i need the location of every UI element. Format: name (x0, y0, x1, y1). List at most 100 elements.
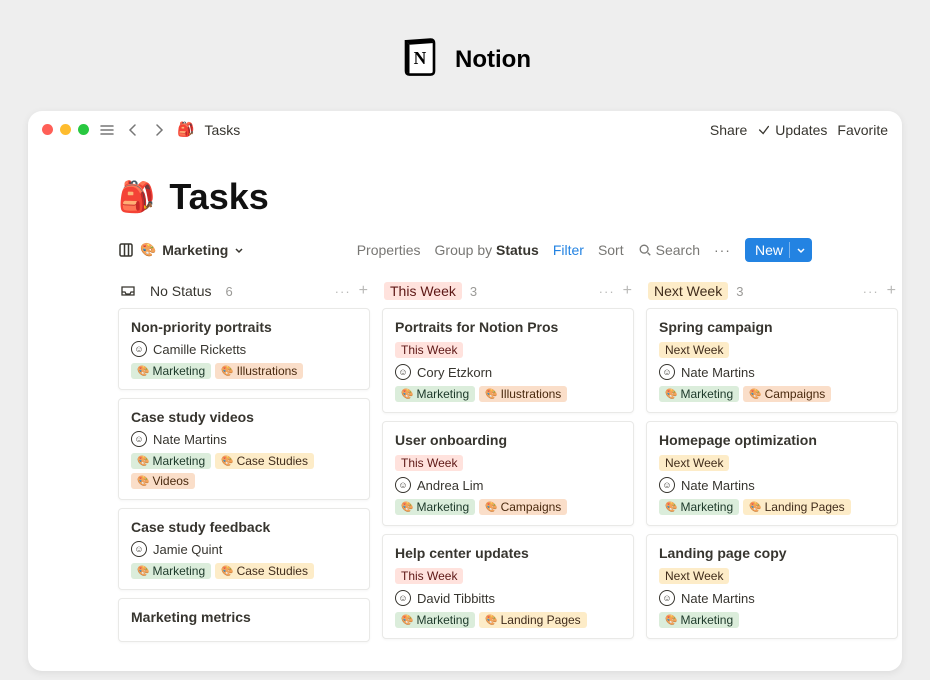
tag-label: Case Studies (237, 454, 308, 468)
tag-label: Marketing (680, 387, 733, 401)
tag-marketing: 🎨Marketing (395, 612, 475, 628)
chevron-down-icon (796, 242, 806, 258)
share-button[interactable]: Share (710, 122, 747, 138)
column-add-icon[interactable]: + (359, 282, 368, 300)
tag-label: Videos (152, 474, 188, 488)
assignee-name: Camille Ricketts (153, 342, 246, 357)
tag-label: Campaigns (765, 387, 826, 401)
tag-landingpages: 🎨 Landing Pages (479, 612, 587, 628)
tags-row: 🎨Marketing🎨Illustrations (395, 386, 621, 402)
status-badge: This Week (395, 342, 463, 358)
inbox-icon (120, 283, 136, 299)
palette-icon: 🎨 (749, 502, 761, 513)
maximize-window-icon[interactable] (78, 124, 89, 135)
kanban-card[interactable]: Homepage optimizationNext Week☺Nate Mart… (646, 421, 898, 526)
tags-row: 🎨Marketing🎨Campaigns (659, 386, 885, 402)
close-window-icon[interactable] (42, 124, 53, 135)
assignee-row: ☺David Tibbitts (395, 590, 621, 606)
groupby-prefix: Group by (435, 242, 496, 258)
tag-marketing: 🎨Marketing (659, 499, 739, 515)
kanban-card[interactable]: Landing page copyNext Week☺Nate Martins🎨… (646, 534, 898, 639)
column-more-icon[interactable]: ··· (335, 284, 351, 299)
tag-label: Illustrations (501, 387, 562, 401)
palette-icon: 🎨 (401, 389, 413, 400)
avatar: ☺ (395, 364, 411, 380)
tag-casestudies: 🎨Case Studies (215, 563, 314, 579)
updates-button[interactable]: Updates (757, 122, 827, 138)
nav-back-icon[interactable] (125, 122, 141, 138)
assignee-row: ☺Nate Martins (659, 590, 885, 606)
column-name[interactable]: No Status (144, 282, 217, 300)
palette-icon: 🎨 (665, 389, 677, 400)
assignee-row: ☺ Jamie Quint (131, 541, 357, 557)
palette-icon: 🎨 (137, 566, 149, 577)
assignee-name: Nate Martins (681, 478, 755, 493)
palette-icon: 🎨 (665, 502, 677, 513)
updates-label: Updates (775, 122, 827, 138)
kanban-card[interactable]: User onboardingThis Week☺Andrea Lim🎨Mark… (382, 421, 634, 526)
column-more-icon[interactable]: ··· (599, 284, 615, 299)
kanban-card[interactable]: Non-priority portraits☺Camille Ricketts🎨… (118, 308, 370, 390)
view-name: Marketing (162, 242, 228, 258)
assignee-row: ☺Andrea Lim (395, 477, 621, 493)
card-title: Spring campaign (659, 319, 885, 335)
kanban-card[interactable]: Marketing metrics (118, 598, 370, 642)
page-title[interactable]: Tasks (169, 176, 268, 218)
avatar: ☺ (131, 541, 147, 557)
tags-row: 🎨Marketing🎨Landing Pages (659, 499, 885, 515)
tags-row: 🎨Marketing 🎨 Landing Pages (395, 612, 621, 628)
column-name[interactable]: This Week (384, 282, 462, 300)
properties-button[interactable]: Properties (357, 242, 421, 258)
tags-row: 🎨Marketing (659, 612, 885, 628)
tags-row: 🎨Marketing🎨Case Studies🎨Videos (131, 453, 357, 489)
palette-icon: 🎨 (485, 615, 497, 626)
kanban-card[interactable]: Portraits for Notion ProsThis Week☺Cory … (382, 308, 634, 413)
hamburger-icon[interactable] (99, 122, 115, 138)
nav-forward-icon[interactable] (151, 122, 167, 138)
board-view-icon (118, 242, 134, 258)
minimize-window-icon[interactable] (60, 124, 71, 135)
assignee-name: Jamie Quint (153, 542, 222, 557)
palette-icon: 🎨 (221, 456, 233, 467)
tag-marketing: 🎨Marketing (131, 363, 211, 379)
assignee-row: ☺Nate Martins (659, 477, 885, 493)
kanban-card[interactable]: Case study feedback☺Jamie Quint🎨Marketin… (118, 508, 370, 590)
kanban-card[interactable]: Case study videos☺Nate Martins🎨Marketing… (118, 398, 370, 500)
filter-button[interactable]: Filter (553, 242, 584, 258)
column-thisweek: This Week3···+Portraits for Notion ProsT… (382, 278, 634, 671)
column-add-icon[interactable]: + (887, 282, 896, 300)
kanban-card[interactable]: Spring campaignNext Week☺Nate Martins🎨Ma… (646, 308, 898, 413)
palette-icon: 🎨 (485, 389, 497, 400)
new-button[interactable]: New (745, 238, 812, 262)
assignee-row: ☺Nate Martins (659, 364, 885, 380)
tag-label: Marketing (680, 500, 733, 514)
tag-label: Landing Pages (501, 613, 581, 627)
avatar: ☺ (131, 341, 147, 357)
search-button[interactable]: Search (638, 242, 700, 258)
page-icon[interactable]: 🎒 (118, 180, 155, 215)
column-more-icon[interactable]: ··· (863, 284, 879, 299)
column-nextweek: Next Week3···+Spring campaignNext Week☺N… (646, 278, 898, 671)
column-count: 6 (225, 284, 232, 299)
tags-row: 🎨Marketing🎨Campaigns (395, 499, 621, 515)
more-options-button[interactable]: ··· (714, 242, 731, 258)
tag-marketing: 🎨Marketing (659, 612, 739, 628)
kanban-card[interactable]: Help center updatesThis Week☺David Tibbi… (382, 534, 634, 639)
breadcrumb[interactable]: Tasks (204, 122, 240, 138)
groupby-value: Status (496, 242, 539, 258)
column-add-icon[interactable]: + (623, 282, 632, 300)
groupby-button[interactable]: Group by Status (435, 242, 539, 258)
favorite-button[interactable]: Favorite (837, 122, 888, 138)
palette-icon: 🎨 (221, 566, 233, 577)
tag-label: Marketing (152, 454, 205, 468)
assignee-name: Nate Martins (681, 365, 755, 380)
sort-button[interactable]: Sort (598, 242, 624, 258)
tag-label: Landing Pages (765, 500, 845, 514)
tag-label: Marketing (152, 364, 205, 378)
column-name[interactable]: Next Week (648, 282, 728, 300)
search-label: Search (656, 242, 700, 258)
view-switcher[interactable]: 🎨 Marketing (118, 242, 244, 258)
notion-logo-icon: N (399, 36, 441, 83)
palette-icon: 🎨 (665, 615, 677, 626)
database-toolbar: 🎨 Marketing Properties Group by Status F… (28, 226, 902, 272)
